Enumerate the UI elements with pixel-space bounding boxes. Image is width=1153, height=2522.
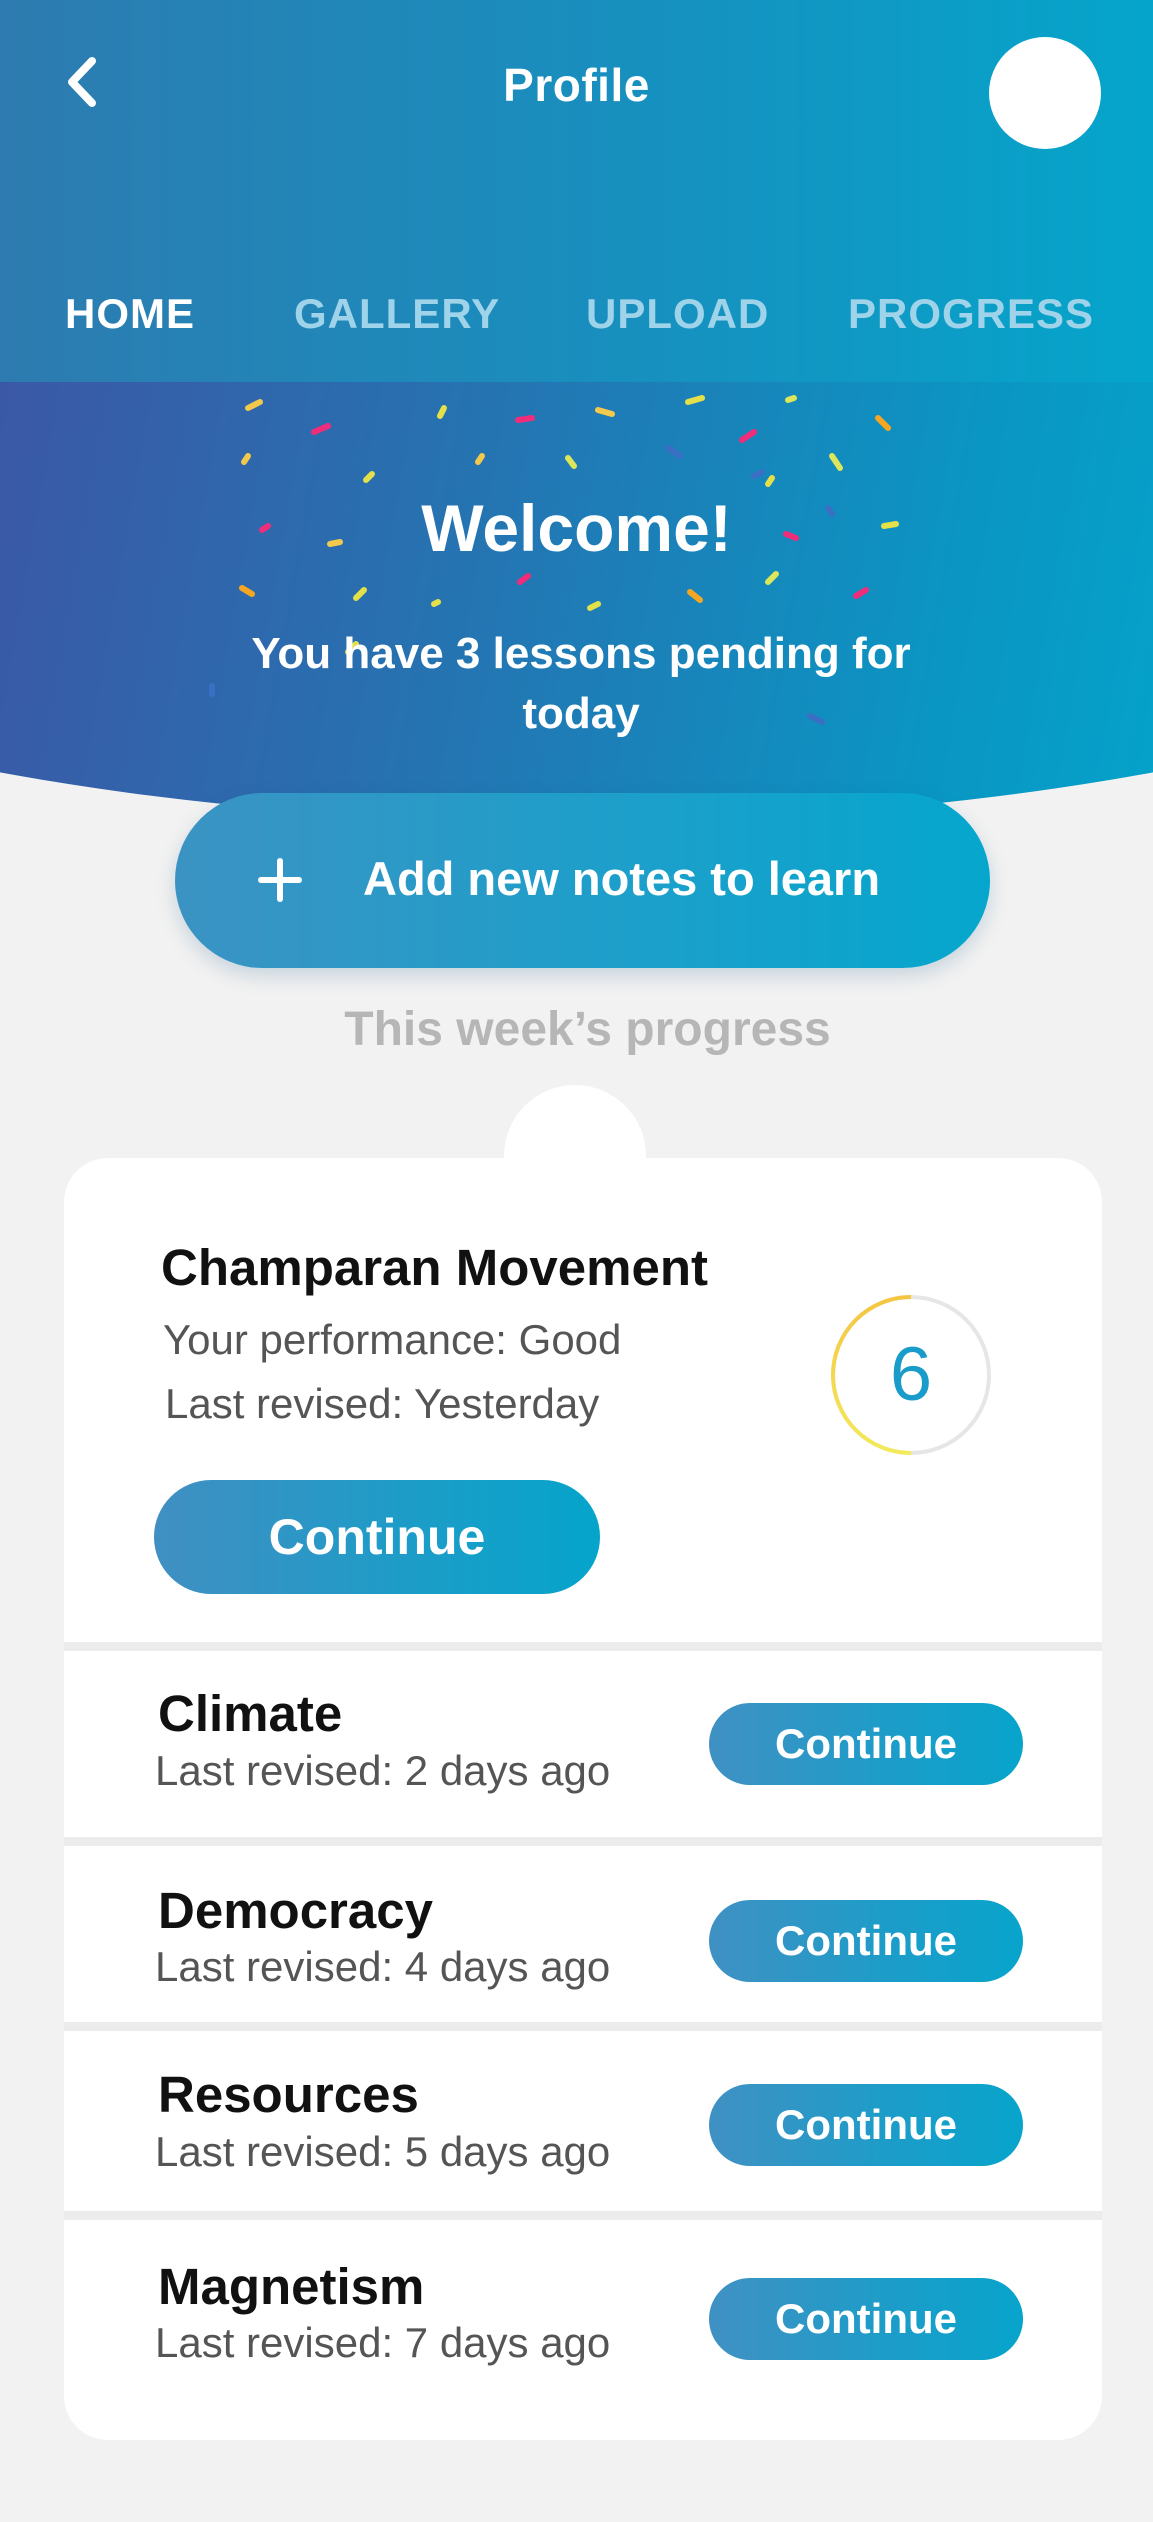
app-header: Profile HOME GALLERY UPLOAD PROGRESS — [0, 0, 1153, 382]
page-title: Profile — [503, 59, 650, 111]
list-item: Democracy Last revised: 4 days ago Conti… — [64, 1846, 1102, 2022]
continue-button[interactable]: Continue — [709, 2278, 1023, 2360]
avatar[interactable] — [989, 37, 1101, 149]
list-item: Magnetism Last revised: 7 days ago Conti… — [64, 2220, 1102, 2440]
divider — [64, 2211, 1102, 2220]
lesson-last-revised: Last revised: 7 days ago — [155, 2319, 611, 2366]
score-value: 6 — [889, 1332, 933, 1417]
pending-lessons-text: You have 3 lessons pending for today — [251, 629, 911, 738]
featured-continue-button[interactable]: Continue — [154, 1480, 600, 1594]
welcome-heading: Welcome! — [421, 491, 732, 565]
divider — [64, 1642, 1102, 1651]
featured-lesson-title: Champaran Movement — [161, 1239, 708, 1296]
lesson-title: Climate — [158, 1685, 343, 1742]
divider — [64, 1837, 1102, 1846]
continue-button[interactable]: Continue — [709, 1900, 1023, 1982]
continue-button[interactable]: Continue — [709, 2084, 1023, 2166]
plus-icon — [258, 858, 302, 902]
lesson-title: Resources — [158, 2066, 419, 2123]
add-notes-label: Add new notes to learn — [363, 852, 881, 905]
tab-bar: HOME GALLERY UPLOAD PROGRESS — [0, 290, 1153, 350]
featured-lesson-performance: Your performance: Good — [163, 1316, 622, 1363]
lesson-last-revised: Last revised: 5 days ago — [155, 2128, 611, 2175]
progress-card: Champaran Movement Your performance: Goo… — [64, 1158, 1102, 2440]
tab-upload[interactable]: UPLOAD — [586, 290, 769, 338]
tab-home[interactable]: HOME — [65, 290, 195, 338]
continue-button[interactable]: Continue — [709, 1703, 1023, 1785]
list-item: Resources Last revised: 5 days ago Conti… — [64, 2031, 1102, 2211]
tab-gallery[interactable]: GALLERY — [294, 290, 500, 338]
divider — [64, 2022, 1102, 2031]
lesson-last-revised: Last revised: 2 days ago — [155, 1747, 611, 1794]
add-notes-button[interactable]: Add new notes to learn — [175, 793, 990, 968]
featured-lesson: Champaran Movement Your performance: Goo… — [64, 1158, 1102, 1642]
lesson-last-revised: Last revised: 4 days ago — [155, 1943, 611, 1990]
lesson-title: Magnetism — [158, 2258, 425, 2315]
section-heading: This week’s progress — [344, 1003, 831, 1056]
featured-lesson-last-revised: Last revised: Yesterday — [165, 1380, 600, 1427]
list-item: Climate Last revised: 2 days ago Continu… — [64, 1651, 1102, 1837]
tab-progress[interactable]: PROGRESS — [848, 290, 1094, 338]
lesson-title: Democracy — [158, 1882, 433, 1939]
